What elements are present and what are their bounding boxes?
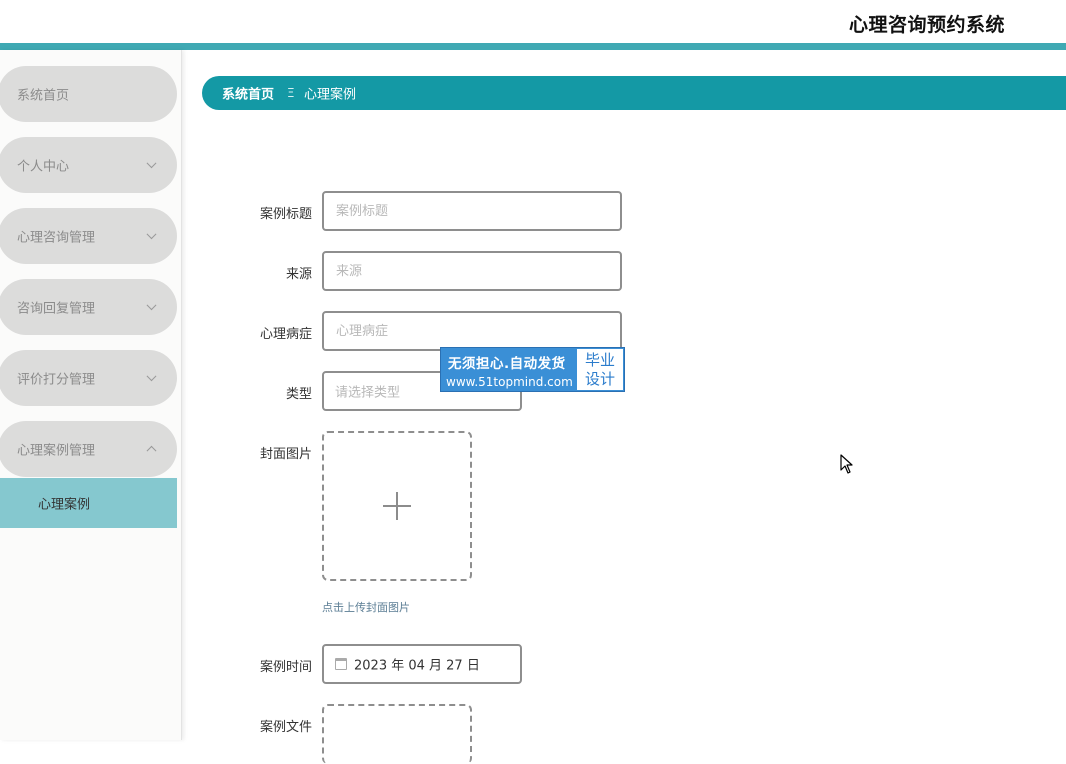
case-file-label: 案例文件 (259, 720, 312, 735)
watermark-badge-line-1: 毕业 (584, 351, 615, 369)
sidebar-item-reply-management[interactable]: 咨询回复管理 (0, 279, 177, 335)
watermark-badge: 毕业 设计 (577, 349, 623, 390)
plus-icon (383, 492, 411, 520)
type-select-placeholder: 请选择类型 (335, 385, 401, 401)
sidebar: 系统首页 个人中心 心理咨询管理 咨询回复管理 评价打分管理 心理案例管理 心理… (0, 50, 182, 740)
source-input[interactable] (322, 251, 622, 291)
sidebar-item-label: 咨询回复管理 (17, 301, 96, 317)
cover-image-upload[interactable] (322, 431, 472, 581)
sidebar-item-rating-management[interactable]: 评价打分管理 (0, 350, 177, 406)
sidebar-item-label: 评价打分管理 (17, 372, 96, 388)
chevron-down-icon (146, 158, 157, 169)
symptom-label: 心理病症 (259, 327, 312, 342)
watermark-line-1: 无须担心.自动发货 (448, 356, 566, 372)
mouse-cursor-icon (840, 454, 853, 474)
case-date-label: 案例时间 (259, 660, 312, 675)
chevron-down-icon (146, 371, 157, 382)
sidebar-item-consultation-management[interactable]: 心理咨询管理 (0, 208, 177, 264)
breadcrumb-separator-icon: Ξ (287, 86, 295, 100)
sidebar-item-case-management[interactable]: 心理案例管理 (0, 421, 177, 477)
chevron-up-icon (146, 445, 157, 456)
breadcrumb-current: 心理案例 (304, 87, 357, 103)
sidebar-item-personal-center[interactable]: 个人中心 (0, 137, 177, 193)
sidebar-item-label: 心理案例管理 (17, 443, 96, 459)
case-title-input[interactable] (322, 191, 622, 231)
app-title: 心理咨询预约系统 (848, 14, 1005, 36)
case-file-upload[interactable] (322, 704, 472, 764)
breadcrumb: 系统首页 Ξ 心理案例 (202, 76, 1066, 110)
breadcrumb-home-link[interactable]: 系统首页 (222, 84, 274, 103)
watermark-text: 无须担心.自动发货 www.51topmind.com (441, 348, 577, 391)
calendar-icon (335, 658, 347, 670)
sidebar-item-label: 心理咨询管理 (17, 230, 96, 246)
top-header: 心理咨询预约系统 (0, 0, 1066, 43)
watermark-badge-line-2: 设计 (584, 370, 615, 388)
case-date-value: 2023 年 04 月 27 日 (354, 658, 480, 674)
symptom-input[interactable] (322, 311, 622, 351)
cover-image-label: 封面图片 (259, 447, 312, 462)
header-accent-line (0, 43, 1066, 50)
cover-upload-tip: 点击上传封面图片 (322, 601, 410, 614)
watermark-banner: 无须担心.自动发货 www.51topmind.com 毕业 设计 (440, 347, 625, 392)
chevron-down-icon (146, 229, 157, 240)
case-title-label: 案例标题 (259, 207, 312, 222)
sidebar-item-label: 系统首页 (17, 88, 70, 104)
watermark-line-2: www.51topmind.com (446, 375, 573, 389)
sidebar-subitem-cases[interactable]: 心理案例 (0, 478, 177, 528)
sidebar-item-home[interactable]: 系统首页 (0, 66, 177, 122)
type-label: 类型 (285, 387, 312, 402)
chevron-down-icon (146, 300, 157, 311)
sidebar-item-label: 个人中心 (17, 159, 70, 175)
sidebar-subitem-label: 心理案例 (38, 497, 91, 513)
case-date-picker[interactable]: 2023 年 04 月 27 日 (322, 644, 522, 684)
source-label: 来源 (285, 267, 312, 282)
